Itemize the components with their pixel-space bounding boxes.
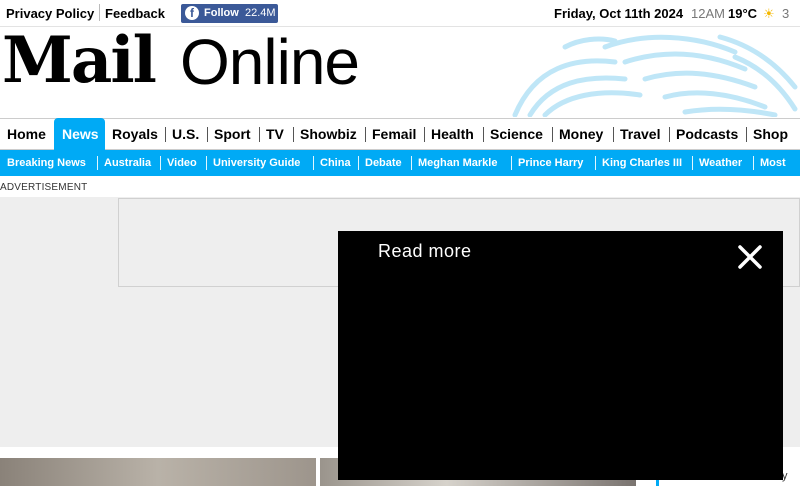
nav-item-science[interactable]: Science	[490, 126, 543, 142]
divider	[206, 156, 207, 170]
current-date: Friday, Oct 11th 2024	[554, 6, 684, 21]
divider	[424, 127, 425, 142]
divider	[483, 127, 484, 142]
divider	[99, 4, 100, 21]
divider	[753, 156, 754, 170]
subnav-item-weather[interactable]: Weather	[699, 157, 742, 169]
nav-item-money[interactable]: Money	[559, 126, 603, 142]
divider	[552, 127, 553, 142]
weather-temperature[interactable]: 19°C	[728, 6, 757, 21]
divider	[358, 156, 359, 170]
nav-item-health[interactable]: Health	[431, 126, 474, 142]
advertisement-label: ADVERTISEMENT	[0, 182, 88, 193]
nav-item-tv[interactable]: TV	[266, 126, 284, 142]
main-navigation: Home News Royals U.S. Sport TV Showbiz F…	[0, 118, 800, 150]
divider	[259, 127, 260, 142]
current-time: 12AM	[691, 6, 725, 21]
feedback-link[interactable]: Feedback	[105, 6, 165, 21]
article-thumbnail[interactable]	[0, 458, 316, 486]
subnav-item-australia[interactable]: Australia	[104, 157, 151, 169]
subnav-item-most[interactable]: Most	[760, 157, 786, 169]
subnav-item-prince-harry[interactable]: Prince Harry	[518, 157, 583, 169]
divider	[746, 127, 747, 142]
divider	[293, 127, 294, 142]
masthead: Mail Online	[0, 27, 800, 117]
facebook-follow-label: Follow	[204, 7, 239, 19]
subnav-item-china[interactable]: China	[320, 157, 351, 169]
floating-video-player[interactable]: Read more	[338, 231, 783, 480]
nav-item-royals[interactable]: Royals	[112, 126, 158, 142]
nav-item-travel[interactable]: Travel	[620, 126, 660, 142]
facebook-icon: f	[185, 6, 199, 20]
divider	[411, 156, 412, 170]
subnav-item-meghan-markle[interactable]: Meghan Markle	[418, 157, 497, 169]
divider	[669, 127, 670, 142]
close-icon[interactable]	[736, 243, 764, 271]
divider	[692, 156, 693, 170]
divider	[511, 156, 512, 170]
subnav-item-video[interactable]: Video	[167, 157, 197, 169]
read-more-link[interactable]: Read more	[378, 241, 472, 262]
subnav-item-debate[interactable]: Debate	[365, 157, 402, 169]
subnav-item-breaking-news[interactable]: Breaking News	[7, 157, 86, 169]
divider	[165, 127, 166, 142]
nav-item-showbiz[interactable]: Showbiz	[300, 126, 357, 142]
divider	[313, 156, 314, 170]
lion-emblem-icon	[512, 34, 798, 117]
nav-item-sport[interactable]: Sport	[214, 126, 251, 142]
divider	[613, 127, 614, 142]
divider	[207, 127, 208, 142]
nav-item-news-label: News	[62, 126, 99, 142]
facebook-follower-count: 22.4M	[245, 7, 276, 19]
nav-item-femail[interactable]: Femail	[372, 126, 416, 142]
sun-icon: ☀	[763, 6, 775, 21]
subnav-item-king-charles[interactable]: King Charles III	[602, 157, 682, 169]
divider	[595, 156, 596, 170]
logo-online[interactable]: Online	[180, 29, 360, 95]
privacy-policy-link[interactable]: Privacy Policy	[6, 6, 94, 21]
divider	[365, 127, 366, 142]
sub-navigation: Breaking News Australia Video University…	[0, 150, 800, 176]
nav-item-home[interactable]: Home	[7, 126, 46, 142]
weather-temperature-next: 3	[782, 6, 790, 21]
divider	[160, 156, 161, 170]
facebook-follow-button[interactable]: f Follow 22.4M	[181, 4, 278, 23]
nav-item-shop[interactable]: Shop	[753, 126, 788, 142]
divider	[97, 156, 98, 170]
subnav-item-university-guide[interactable]: University Guide	[213, 157, 300, 169]
nav-item-podcasts[interactable]: Podcasts	[676, 126, 738, 142]
nav-item-us[interactable]: U.S.	[172, 126, 199, 142]
logo-mail[interactable]: Mail	[2, 27, 157, 95]
nav-item-news[interactable]: News	[54, 118, 105, 150]
